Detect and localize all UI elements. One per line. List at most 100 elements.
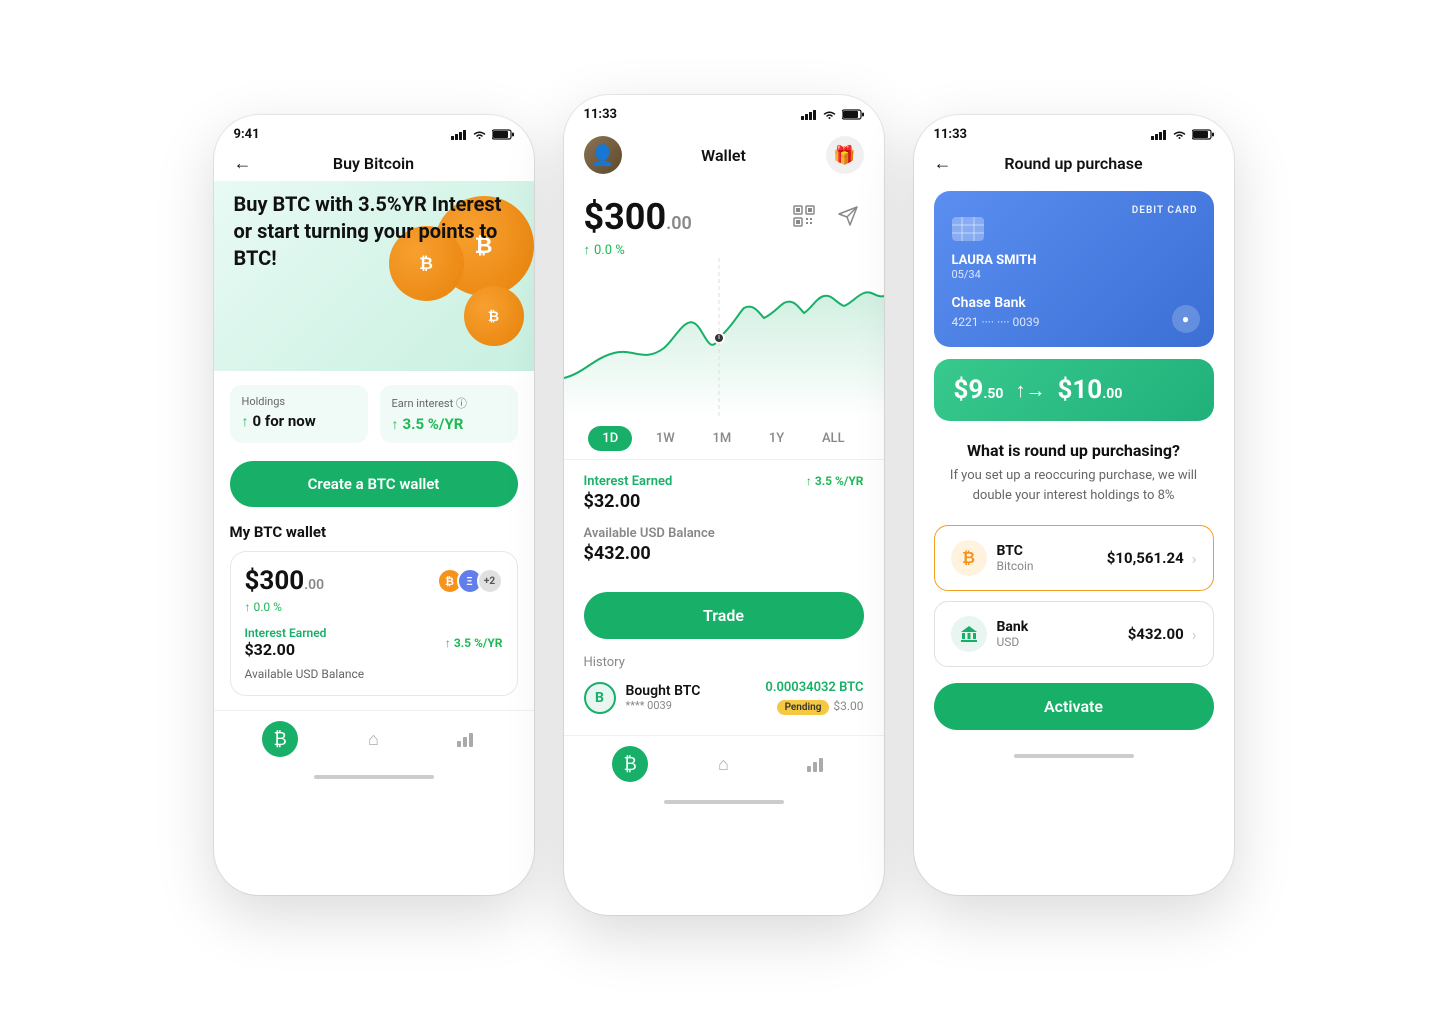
qr-code-button[interactable] xyxy=(788,200,820,232)
amount-after-main: $10 xyxy=(1057,375,1102,405)
nav-chart-1[interactable] xyxy=(449,721,485,757)
phone-1: 9:41 xyxy=(214,115,534,895)
battery-icon-1 xyxy=(492,129,514,140)
btc-asset-item[interactable]: ₿ BTC Bitcoin $10,561.24 › xyxy=(934,525,1214,591)
earn-interest-card: Earn interest ⓘ ↑ 3.5 %/YR xyxy=(380,385,518,443)
history-label: History xyxy=(584,655,864,670)
history-details: Bought BTC **** 0039 xyxy=(626,683,701,712)
balance-pct: ↑ 0.0 % xyxy=(584,242,692,258)
card-circle-decoration: ● xyxy=(1172,305,1200,333)
debit-card-visual: DEBIT CARD LAURA SMITH 05/34 Chase Bank … xyxy=(934,191,1214,347)
interest-amount: $32.00 xyxy=(245,640,327,659)
history-btc-icon: B xyxy=(584,682,616,714)
time-1y[interactable]: 1Y xyxy=(755,426,798,451)
status-icons-1 xyxy=(451,129,514,140)
card-expiry: 05/34 xyxy=(952,268,1196,281)
wallet-pct-change: ↑ 0.0 % xyxy=(245,600,503,614)
holdings-card: Holdings ↑ 0 for now xyxy=(230,385,368,443)
stats-section: Interest Earned $32.00 ↑ 3.5 %/YR Availa… xyxy=(564,460,884,592)
interest-stat-row: Interest Earned $32.00 ↑ 3.5 %/YR xyxy=(584,474,864,512)
chart-container xyxy=(564,258,884,418)
page-title-1: Buy Bitcoin xyxy=(333,154,414,173)
earn-label: Earn interest ⓘ xyxy=(392,395,506,411)
wifi-icon-2 xyxy=(822,110,837,120)
history-btc-amount: 0.00034032 BTC xyxy=(765,680,863,695)
status-bar-3: 11:33 xyxy=(914,115,1234,148)
time-1m[interactable]: 1M xyxy=(698,426,745,451)
history-left: B Bought BTC **** 0039 xyxy=(584,682,701,714)
amount-after-cents: .00 xyxy=(1102,386,1122,402)
signal-icon-2 xyxy=(801,110,817,120)
rate-arrow-icon: ↑ xyxy=(806,474,812,488)
nav-bar-3: ← Round up purchase xyxy=(914,148,1234,181)
time-all[interactable]: ALL xyxy=(808,426,859,451)
nav-chart-2[interactable] xyxy=(799,746,835,782)
bank-icon-svg xyxy=(960,625,978,643)
bank-asset-item[interactable]: Bank USD $432.00 › xyxy=(934,601,1214,667)
card-number: 4221 ···· ···· 0039 xyxy=(952,315,1196,329)
phone-2: 11:33 xyxy=(564,95,884,915)
signal-icon-3 xyxy=(1151,130,1167,140)
bank-asset-icon xyxy=(951,616,987,652)
time-1d[interactable]: 1D xyxy=(588,426,632,451)
back-button-3[interactable]: ← xyxy=(934,153,952,174)
time-1w[interactable]: 1W xyxy=(642,426,689,451)
holdings-arrow-icon: ↑ xyxy=(242,413,249,430)
card-chip-icon xyxy=(952,217,984,241)
wallet-pct-value: 0.0 % xyxy=(254,600,282,614)
send-icon xyxy=(837,205,859,227)
avail-balance-label: Available USD Balance xyxy=(245,667,503,681)
trade-button[interactable]: Trade xyxy=(584,592,864,639)
debit-card-label: DEBIT CARD xyxy=(1132,205,1198,216)
roundup-info: What is round up purchasing? If you set … xyxy=(934,441,1214,505)
wifi-icon-3 xyxy=(1172,130,1187,140)
history-section: History B Bought BTC **** 0039 0.0003403… xyxy=(564,655,884,715)
bottom-nav-1: ₿ ⌂ xyxy=(214,710,534,769)
hero-section: Buy BTC with 3.5%YR Interest or start tu… xyxy=(214,181,534,371)
btc-asset-sub: Bitcoin xyxy=(997,559,1034,573)
chart-nav-icon-1 xyxy=(457,731,477,747)
earn-arrow-icon: ↑ xyxy=(392,416,399,433)
create-wallet-button[interactable]: Create a BTC wallet xyxy=(230,461,518,507)
wallet-amount-row: $300.00 ₿ Ξ +2 xyxy=(245,566,503,596)
interest-row: Interest Earned $32.00 ↑ 3.5 %/YR xyxy=(245,626,503,659)
avail-stat: Available USD Balance $432.00 xyxy=(584,526,715,564)
status-bar-2: 11:33 xyxy=(564,95,884,128)
home-indicator-2 xyxy=(664,800,784,804)
send-button[interactable] xyxy=(832,200,864,232)
holdings-amount: 0 for now xyxy=(253,412,316,430)
time-selector: 1D 1W 1M 1Y ALL xyxy=(564,418,884,460)
main-balance-cents: .00 xyxy=(666,213,692,234)
hero-headline: Buy BTC with 3.5%YR Interest or start tu… xyxy=(234,191,514,272)
bank-name: Chase Bank xyxy=(952,295,1196,311)
interest-rate: ↑ 3.5 %/YR xyxy=(445,636,503,650)
back-button-1[interactable]: ← xyxy=(234,153,252,174)
time-1: 9:41 xyxy=(234,127,260,142)
amount-before-cents: .50 xyxy=(983,386,1003,402)
btc-chevron-icon: › xyxy=(1192,549,1197,568)
gift-button[interactable]: 🎁 xyxy=(826,136,864,174)
battery-icon-2 xyxy=(842,109,864,120)
amount-after: $10.00 xyxy=(1057,375,1122,405)
avatar[interactable]: 👤 xyxy=(584,136,622,174)
nav-bitcoin-1[interactable]: ₿ xyxy=(262,721,298,757)
nav-bitcoin-2[interactable]: ₿ xyxy=(612,746,648,782)
btc-asset-right: $10,561.24 › xyxy=(1107,549,1197,568)
battery-icon-3 xyxy=(1192,129,1214,140)
history-right: 0.00034032 BTC Pending $3.00 xyxy=(765,680,863,715)
wallet-balance: $300.00 xyxy=(245,566,325,596)
roundup-question: What is round up purchasing? xyxy=(934,441,1214,460)
roundup-content: DEBIT CARD LAURA SMITH 05/34 Chase Bank … xyxy=(914,181,1234,748)
bank-asset-name: Bank xyxy=(997,619,1029,635)
phones-container: 9:41 xyxy=(154,55,1294,955)
signal-icon-1 xyxy=(451,130,467,140)
main-balance: $300 xyxy=(584,196,667,238)
activate-button[interactable]: Activate xyxy=(934,683,1214,730)
status-icons-2 xyxy=(801,109,864,120)
btc-asset-info: BTC Bitcoin xyxy=(997,543,1034,573)
roundup-arrow-icon: ↑→ xyxy=(1015,378,1045,403)
interest-rate-arrow: ↑ xyxy=(445,636,451,650)
nav-home-2[interactable]: ⌂ xyxy=(705,746,741,782)
roundup-amounts: $9.50 ↑→ $10.00 xyxy=(954,375,1123,405)
nav-home-1[interactable]: ⌂ xyxy=(355,721,391,757)
